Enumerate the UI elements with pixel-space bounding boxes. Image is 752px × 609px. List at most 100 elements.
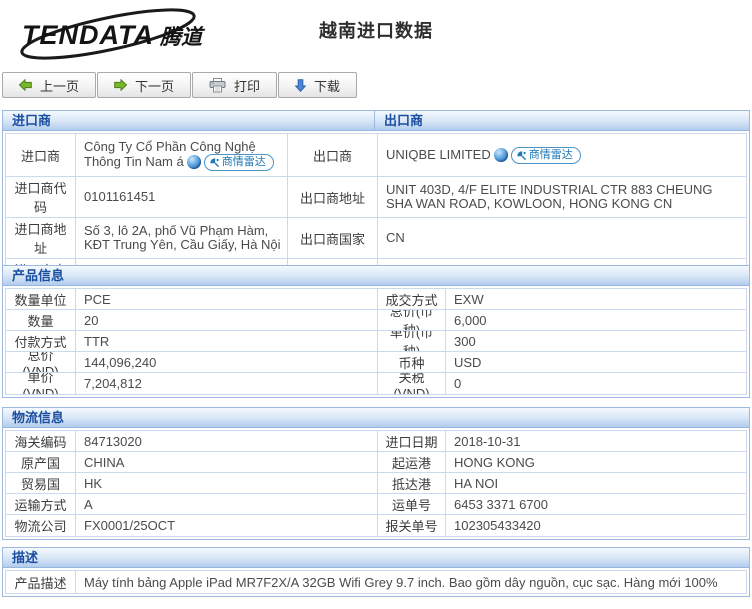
hs-code-label: 海关编码 <box>6 431 76 451</box>
import-date-label: 进口日期 <box>378 431 446 451</box>
logistics-body: 海关编码 84713020 进口日期 2018-10-31 原产国 CHINA … <box>3 428 749 539</box>
exporter-name-label: 出口商 <box>288 134 378 176</box>
tariff-vnd-value: 0 <box>446 373 746 394</box>
table-row: 产品描述 Máy tính bảng Apple iPad MR7F2X/A 3… <box>6 571 746 593</box>
description-section: 描述 产品描述 Máy tính bảng Apple iPad MR7F2X/… <box>2 547 750 597</box>
print-label: 打印 <box>234 76 260 95</box>
arrival-port-value: HA NOI <box>446 473 746 493</box>
import-date-value: 2018-10-31 <box>446 431 746 451</box>
exporter-company-name[interactable]: UNIQBE LIMITED <box>386 146 491 161</box>
trading-country-value: HK <box>76 473 378 493</box>
hs-code-value: 84713020 <box>76 431 378 451</box>
print-button[interactable]: 打印 <box>192 72 277 98</box>
download-button[interactable]: 下载 <box>278 72 357 98</box>
origin-country-value: CHINA <box>76 452 378 472</box>
origin-country-label: 原产国 <box>6 452 76 472</box>
business-radar-badge[interactable]: 商情雷达 <box>511 147 581 164</box>
qty-label: 数量 <box>6 310 76 330</box>
description-header: 描述 <box>3 548 749 568</box>
arrival-port-label: 抵达港 <box>378 473 446 493</box>
importer-header-title: 进口商 <box>3 111 375 130</box>
trade-terms-value: EXW <box>446 289 746 309</box>
business-radar-badge[interactable]: 商情雷达 <box>204 154 274 171</box>
arrow-down-icon <box>295 79 306 92</box>
importer-name-value: Công Ty Cổ Phần Công Nghệ Thông Tin Nam … <box>76 134 288 176</box>
prev-page-label: 上一页 <box>40 76 79 95</box>
importer-code-value: 0101161451 <box>76 177 288 217</box>
table-row: 单价(VND) 7,204,812 关税(VND) 0 <box>6 373 746 394</box>
table-row: 数量 20 总价(币种) 6,000 <box>6 310 746 331</box>
radar-dish-icon <box>516 150 527 161</box>
next-page-label: 下一页 <box>135 76 174 95</box>
logistics-company-value: FX0001/25OCT <box>76 515 378 536</box>
total-price-currency-value: 6,000 <box>446 310 746 330</box>
trading-country-label: 贸易国 <box>6 473 76 493</box>
arrow-left-icon <box>19 79 32 91</box>
table-row: 进口商地址 Số 3, lô 2A, phố Vũ Phạm Hàm, KĐT … <box>6 218 746 259</box>
exporter-country-label: 出口商国家 <box>288 218 378 258</box>
globe-icon[interactable] <box>494 148 508 162</box>
table-row: 运输方式 A 运单号 6453 3371 6700 <box>6 494 746 515</box>
printer-icon <box>209 78 226 93</box>
unit-price-vnd-label: 单价(VND) <box>6 373 76 394</box>
tariff-vnd-label: 关税(VND) <box>378 373 446 394</box>
logistics-title: 物流信息 <box>3 408 64 427</box>
logistics-section: 物流信息 海关编码 84713020 进口日期 2018-10-31 原产国 C… <box>2 407 750 540</box>
product-info-section: 产品信息 数量单位 PCE 成交方式 EXW 数量 20 总价(币种) 6,00… <box>2 265 750 398</box>
table-row: 物流公司 FX0001/25OCT 报关单号 102305433420 <box>6 515 746 536</box>
table-row: 进口商 Công Ty Cổ Phần Công Nghệ Thông Tin … <box>6 134 746 177</box>
exporter-country-value: CN <box>378 218 746 258</box>
exporter-address-label: 出口商地址 <box>288 177 378 217</box>
importer-address-value: Số 3, lô 2A, phố Vũ Phạm Hàm, KĐT Trung … <box>76 218 288 258</box>
exporter-address-value: UNIT 403D, 4/F ELITE INDUSTRIAL CTR 883 … <box>378 177 746 217</box>
unit-price-currency-label: 单价(币种) <box>378 331 446 351</box>
departure-port-value: HONG KONG <box>446 452 746 472</box>
unit-price-vnd-value: 7,204,812 <box>76 373 378 394</box>
qty-unit-value: PCE <box>76 289 378 309</box>
page-title: 越南进口数据 <box>0 17 752 43</box>
product-description-value: Máy tính bảng Apple iPad MR7F2X/A 32GB W… <box>76 571 746 593</box>
globe-icon[interactable] <box>187 155 201 169</box>
toolbar: 上一页 下一页 打印 下载 <box>2 72 358 98</box>
importer-address-label: 进口商地址 <box>6 218 76 258</box>
currency-label: 币种 <box>378 352 446 372</box>
table-row: 原产国 CHINA 起运港 HONG KONG <box>6 452 746 473</box>
arrow-right-icon <box>114 79 127 91</box>
product-info-header: 产品信息 <box>3 266 749 286</box>
radar-badge-label: 商情雷达 <box>222 155 266 170</box>
transport-mode-label: 运输方式 <box>6 494 76 514</box>
logistics-header: 物流信息 <box>3 408 749 428</box>
waybill-no-label: 运单号 <box>378 494 446 514</box>
table-row: 海关编码 84713020 进口日期 2018-10-31 <box>6 431 746 452</box>
qty-unit-label: 数量单位 <box>6 289 76 309</box>
exporter-name-value: UNIQBE LIMITED 商情雷达 <box>378 134 746 176</box>
radar-badge-label: 商情雷达 <box>529 148 573 163</box>
product-info-title: 产品信息 <box>3 266 64 285</box>
description-title: 描述 <box>3 548 38 567</box>
total-price-currency-label: 总价(币种) <box>378 310 446 330</box>
exporter-header-title: 出口商 <box>375 111 423 130</box>
table-row: 贸易国 HK 抵达港 HA NOI <box>6 473 746 494</box>
unit-price-currency-value: 300 <box>446 331 746 351</box>
total-price-vnd-label: 总价(VND) <box>6 352 76 372</box>
next-page-button[interactable]: 下一页 <box>97 72 191 98</box>
logistics-company-label: 物流公司 <box>6 515 76 536</box>
payment-method-value: TTR <box>76 331 378 351</box>
importer-name-label: 进口商 <box>6 134 76 176</box>
customs-declaration-no-value: 102305433420 <box>446 515 746 536</box>
download-label: 下载 <box>314 76 340 95</box>
table-row: 付款方式 TTR 单价(币种) 300 <box>6 331 746 352</box>
importer-code-label: 进口商代码 <box>6 177 76 217</box>
radar-dish-icon <box>209 157 220 168</box>
table-row: 进口商代码 0101161451 出口商地址 UNIT 403D, 4/F EL… <box>6 177 746 218</box>
description-body: 产品描述 Máy tính bảng Apple iPad MR7F2X/A 3… <box>3 568 749 596</box>
product-info-body: 数量单位 PCE 成交方式 EXW 数量 20 总价(币种) 6,000 付款方… <box>3 286 749 397</box>
table-row: 数量单位 PCE 成交方式 EXW <box>6 289 746 310</box>
prev-page-button[interactable]: 上一页 <box>2 72 96 98</box>
departure-port-label: 起运港 <box>378 452 446 472</box>
qty-value: 20 <box>76 310 378 330</box>
customs-declaration-no-label: 报关单号 <box>378 515 446 536</box>
importer-exporter-header: 进口商 出口商 <box>3 111 749 131</box>
waybill-no-value: 6453 3371 6700 <box>446 494 746 514</box>
trade-terms-label: 成交方式 <box>378 289 446 309</box>
